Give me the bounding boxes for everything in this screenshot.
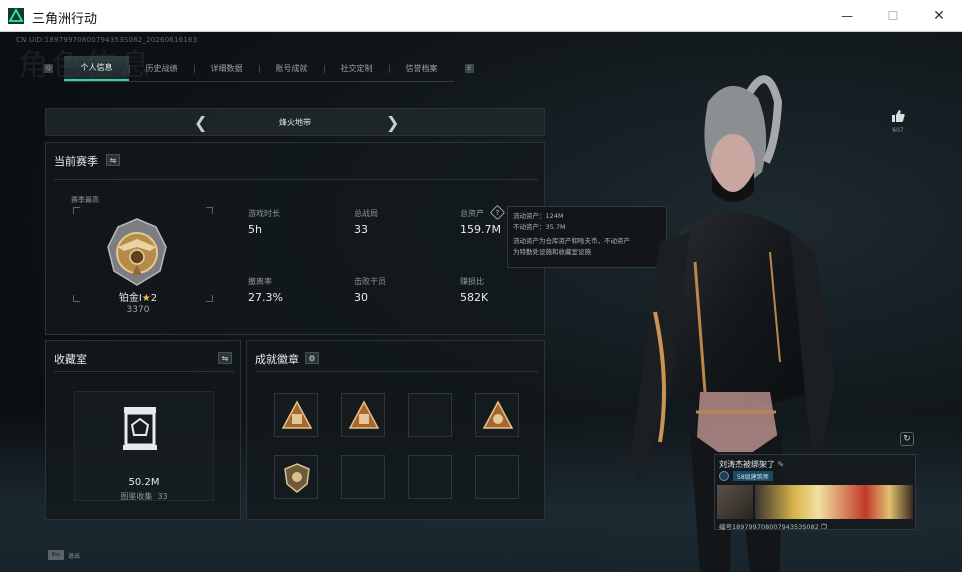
vault-icon [123, 407, 157, 450]
stat-label: 游戏时长 [248, 209, 280, 218]
divider [54, 179, 538, 180]
stat-value: 27.3% [248, 291, 283, 304]
season-title: 当前赛季 [54, 155, 98, 168]
badge-triangle-icon [281, 400, 313, 429]
frame-corner [206, 207, 213, 214]
frame-corner [206, 295, 213, 302]
settings-icon[interactable]: ⚙ [305, 352, 319, 364]
back-hint[interactable]: Esc 退出 [48, 550, 80, 560]
tab-personal-info[interactable]: 个人信息 [64, 56, 129, 81]
badge-slot[interactable] [475, 393, 519, 437]
player-card[interactable]: 刘涛杰被绑架了 ✎ 58级建筑师 编号18979970800794353S082… [714, 454, 916, 531]
tab-history[interactable]: 历史战绩 [129, 56, 194, 81]
player-tag: 58级建筑师 [733, 471, 773, 481]
close-button[interactable]: ✕ [916, 0, 962, 32]
mode-selector: ❮ 烽火地带 ❯ [45, 108, 545, 136]
refresh-icon[interactable]: ↻ [900, 432, 914, 446]
stat-label: 赚损比 [460, 277, 484, 286]
rank-stars: 2 [150, 293, 158, 304]
badge-slot[interactable] [274, 455, 318, 499]
stat-label: 总资产 [460, 209, 484, 218]
esc-key[interactable]: Esc [48, 550, 64, 560]
stat-value: 5h [248, 223, 262, 236]
badge-slot-empty[interactable] [408, 455, 452, 499]
uid-label: CN UID:18979970800794353S082_20260616163 [16, 36, 198, 44]
app-logo-icon [8, 8, 24, 24]
player-name: 刘涛杰被绑架了 [719, 460, 775, 469]
tab-bar: Q 个人信息 历史战绩 详细数据 账号成就 社交定制 信誉档案 E [44, 56, 476, 82]
star-icon: ★ [141, 293, 151, 304]
tab-next-key[interactable]: E [465, 64, 474, 73]
rank-name: 铂金I [118, 293, 142, 304]
badge-slot-empty[interactable] [341, 455, 385, 499]
player-name-row: 刘涛杰被绑架了 ✎ [719, 459, 784, 470]
window-title: 三角洲行动 [32, 12, 98, 27]
stat-value: 582K [460, 291, 489, 304]
stat-label: 总战局 [354, 209, 378, 218]
frame-corner [73, 207, 80, 214]
achievements-panel: 成就徽章 ⚙ [246, 340, 545, 520]
badge-triangle-icon [348, 400, 380, 429]
badge-shield-icon [284, 463, 310, 493]
collection-count: 33 [157, 492, 168, 501]
tab-achievements[interactable]: 账号成就 [259, 56, 324, 81]
help-icon[interactable]: ? [489, 204, 506, 221]
game-viewport: 角色信息 CN UID:18979970800794353S082_202606… [0, 32, 962, 572]
minimize-button[interactable]: — [824, 0, 870, 32]
collection-value: 50.2M [128, 477, 160, 488]
avatar-badge-icon [719, 471, 729, 481]
season-panel: 当前赛季 ⇋ 赛季最高 铂金I★2 3370 游戏时长 5h 总战局 33 总资… [45, 142, 545, 335]
badge-triangle-icon [482, 400, 514, 429]
collection-count-label: 图鉴收集 [120, 492, 153, 501]
badge-slot[interactable] [341, 393, 385, 437]
season-best-label: 赛季最高 [71, 196, 99, 204]
edit-icon[interactable]: ✎ [778, 460, 785, 469]
divider [255, 371, 538, 372]
badge-slot-empty[interactable] [475, 455, 519, 499]
rank-points: 3370 [126, 305, 150, 315]
back-label: 退出 [68, 552, 81, 560]
achievements-title: 成就徽章 [255, 353, 299, 366]
swap-icon[interactable]: ⇋ [106, 154, 120, 166]
window-titlebar: 三角洲行动 — ☐ ✕ [0, 0, 962, 32]
rank-medal-icon [107, 218, 167, 286]
thumbs-up-icon[interactable] [891, 109, 905, 123]
maximize-button[interactable]: ☐ [870, 0, 916, 32]
frame-corner [73, 295, 80, 302]
divider [54, 371, 234, 372]
like-count: 607 [892, 127, 904, 134]
stat-value: 159.7M [460, 223, 501, 236]
collection-panel: 收藏室 ⇋ 50.2M 图鉴收集 33 [45, 340, 241, 520]
collection-title: 收藏室 [54, 353, 87, 366]
tab-reputation[interactable]: 信誉档案 [389, 56, 454, 81]
player-id-row: 编号18979970800794353S082 ❐ [719, 521, 827, 531]
mode-label: 烽火地带 [279, 118, 311, 127]
tab-prev-key[interactable]: Q [44, 64, 53, 73]
stat-label: 撤离率 [248, 277, 272, 286]
tab-details[interactable]: 详细数据 [194, 56, 259, 81]
like-widget[interactable]: 607 [888, 108, 908, 134]
badge-slot[interactable] [274, 393, 318, 437]
badge-slot-empty[interactable] [408, 393, 452, 437]
player-id: 编号18979970800794353S082 [719, 523, 819, 531]
stat-value: 30 [354, 291, 368, 304]
stat-value: 33 [354, 223, 368, 236]
rank-name-row: 铂金I★2 [110, 289, 166, 304]
tab-list: 个人信息 历史战绩 详细数据 账号成就 社交定制 信誉档案 [64, 56, 454, 82]
collection-count-row: 图鉴收集 33 [74, 491, 214, 502]
stat-label: 击败干员 [354, 277, 386, 286]
chevron-right-icon[interactable]: ❯ [386, 113, 399, 132]
swap-icon[interactable]: ⇋ [218, 352, 232, 364]
player-avatar [717, 485, 753, 519]
tab-social[interactable]: 社交定制 [324, 56, 389, 81]
copy-icon[interactable]: ❐ [821, 523, 827, 531]
player-banner [755, 485, 913, 519]
